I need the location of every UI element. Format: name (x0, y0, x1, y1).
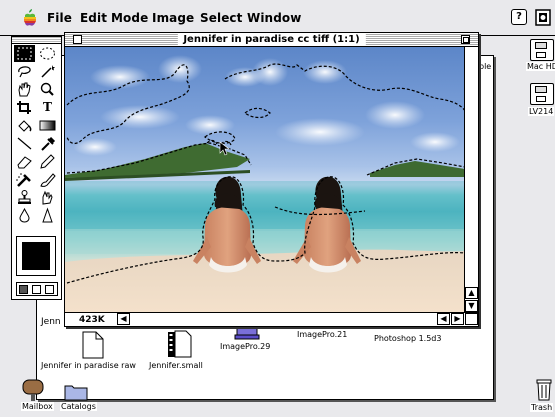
menu-mode[interactable]: Mode (111, 11, 148, 25)
menu-window[interactable]: Window (247, 11, 301, 25)
finder-partial-label-right: ble (479, 62, 492, 71)
line-icon[interactable] (14, 135, 35, 152)
mailbox-icon (22, 379, 44, 401)
eraser-icon[interactable] (14, 153, 35, 170)
beach-photo (65, 55, 465, 312)
finder-item-label: ImagePro.29 (220, 342, 271, 351)
menu-select[interactable]: Select (200, 11, 242, 25)
lasso-icon[interactable] (14, 63, 35, 80)
tool-palette: T (11, 36, 62, 300)
disk-icon (530, 39, 554, 61)
application-menu-icon[interactable] (535, 9, 551, 26)
magic-wand-icon[interactable] (37, 63, 58, 80)
image-window-title: Jennifer in paradise cc tiff (1:1) (177, 33, 366, 46)
finder-item-imagepro21[interactable]: ImagePro.21 (297, 330, 347, 339)
document-icon (82, 331, 104, 359)
desktop-label: Trash (530, 403, 554, 412)
image-canvas[interactable] (65, 47, 465, 312)
image-document-window[interactable]: Jennifer in paradise cc tiff (1:1) ▼ ▲ 4… (64, 32, 479, 327)
zoom-icon[interactable] (37, 81, 58, 98)
smudge-icon[interactable] (37, 189, 58, 206)
close-box[interactable] (73, 35, 82, 44)
eyedropper-icon[interactable] (37, 135, 58, 152)
disk-icon (530, 83, 554, 105)
horizontal-scrollbar[interactable]: 423K ◀ ◀ ▶ (65, 312, 478, 326)
help-icon[interactable]: ? (511, 9, 527, 25)
sharpen-icon[interactable] (37, 207, 58, 224)
finder-item-label: Jennifer.small (149, 361, 203, 370)
airbrush-icon[interactable] (14, 171, 35, 188)
disk-label: LV214 (528, 107, 555, 116)
scroll-right-arrow-icon[interactable]: ▶ (451, 313, 464, 325)
finder-item-photoshop[interactable]: Photoshop 1.5d3 (374, 334, 441, 343)
scroll-left-arrow-icon[interactable]: ◀ (117, 313, 130, 325)
paint-bucket-icon[interactable] (14, 117, 35, 134)
apple-menu-icon[interactable] (23, 9, 37, 26)
brush-icon[interactable] (37, 171, 58, 188)
folder-icon (64, 385, 88, 401)
desktop-label: Mailbox (21, 402, 54, 411)
zoom-box[interactable] (461, 35, 470, 44)
menu-edit[interactable]: Edit (80, 11, 107, 25)
image-window-titlebar[interactable]: Jennifer in paradise cc tiff (1:1) (65, 33, 478, 47)
finder-item-label: Jennifer in paradise raw (41, 361, 136, 370)
pencil-icon[interactable] (37, 153, 58, 170)
screen-mode-buttons (16, 282, 58, 296)
film-document-icon (168, 330, 192, 358)
menu-image[interactable]: Image (152, 11, 194, 25)
hand-icon[interactable] (14, 81, 35, 98)
crop-icon[interactable] (14, 99, 35, 116)
marquee-rect-icon[interactable] (14, 45, 35, 62)
text-tool-icon[interactable]: T (37, 99, 58, 116)
finder-partial-label: Jenn (41, 317, 61, 327)
menu-bar: File Edit Mode Image Select Window ? (0, 0, 555, 36)
scroll-up-arrow-icon[interactable]: ▲ (465, 287, 478, 299)
menu-file[interactable]: File (47, 11, 72, 25)
scroll-left-arrow-right-icon[interactable]: ◀ (437, 313, 450, 325)
marquee-ellipse-icon[interactable] (37, 45, 58, 62)
foreground-color-swatch[interactable] (22, 242, 50, 270)
stamp-icon[interactable] (14, 189, 35, 206)
gradient-icon[interactable] (37, 117, 58, 134)
screen-mode-full-button[interactable] (32, 285, 41, 294)
trash-icon (536, 379, 552, 401)
screen-mode-standard-button[interactable] (19, 285, 28, 294)
tool-palette-titlebar[interactable] (12, 37, 61, 44)
desktop-label: Catalogs (60, 402, 97, 411)
screen-mode-full-menu-button[interactable] (45, 285, 54, 294)
disk-label: Mac HD (526, 62, 555, 71)
scroll-down-arrow-icon[interactable]: ▼ (465, 300, 478, 312)
vertical-scrollbar[interactable]: ▼ ▲ (464, 47, 478, 312)
grow-box[interactable] (465, 313, 478, 325)
document-size-readout[interactable]: 423K (79, 315, 105, 325)
blur-icon[interactable] (14, 207, 35, 224)
